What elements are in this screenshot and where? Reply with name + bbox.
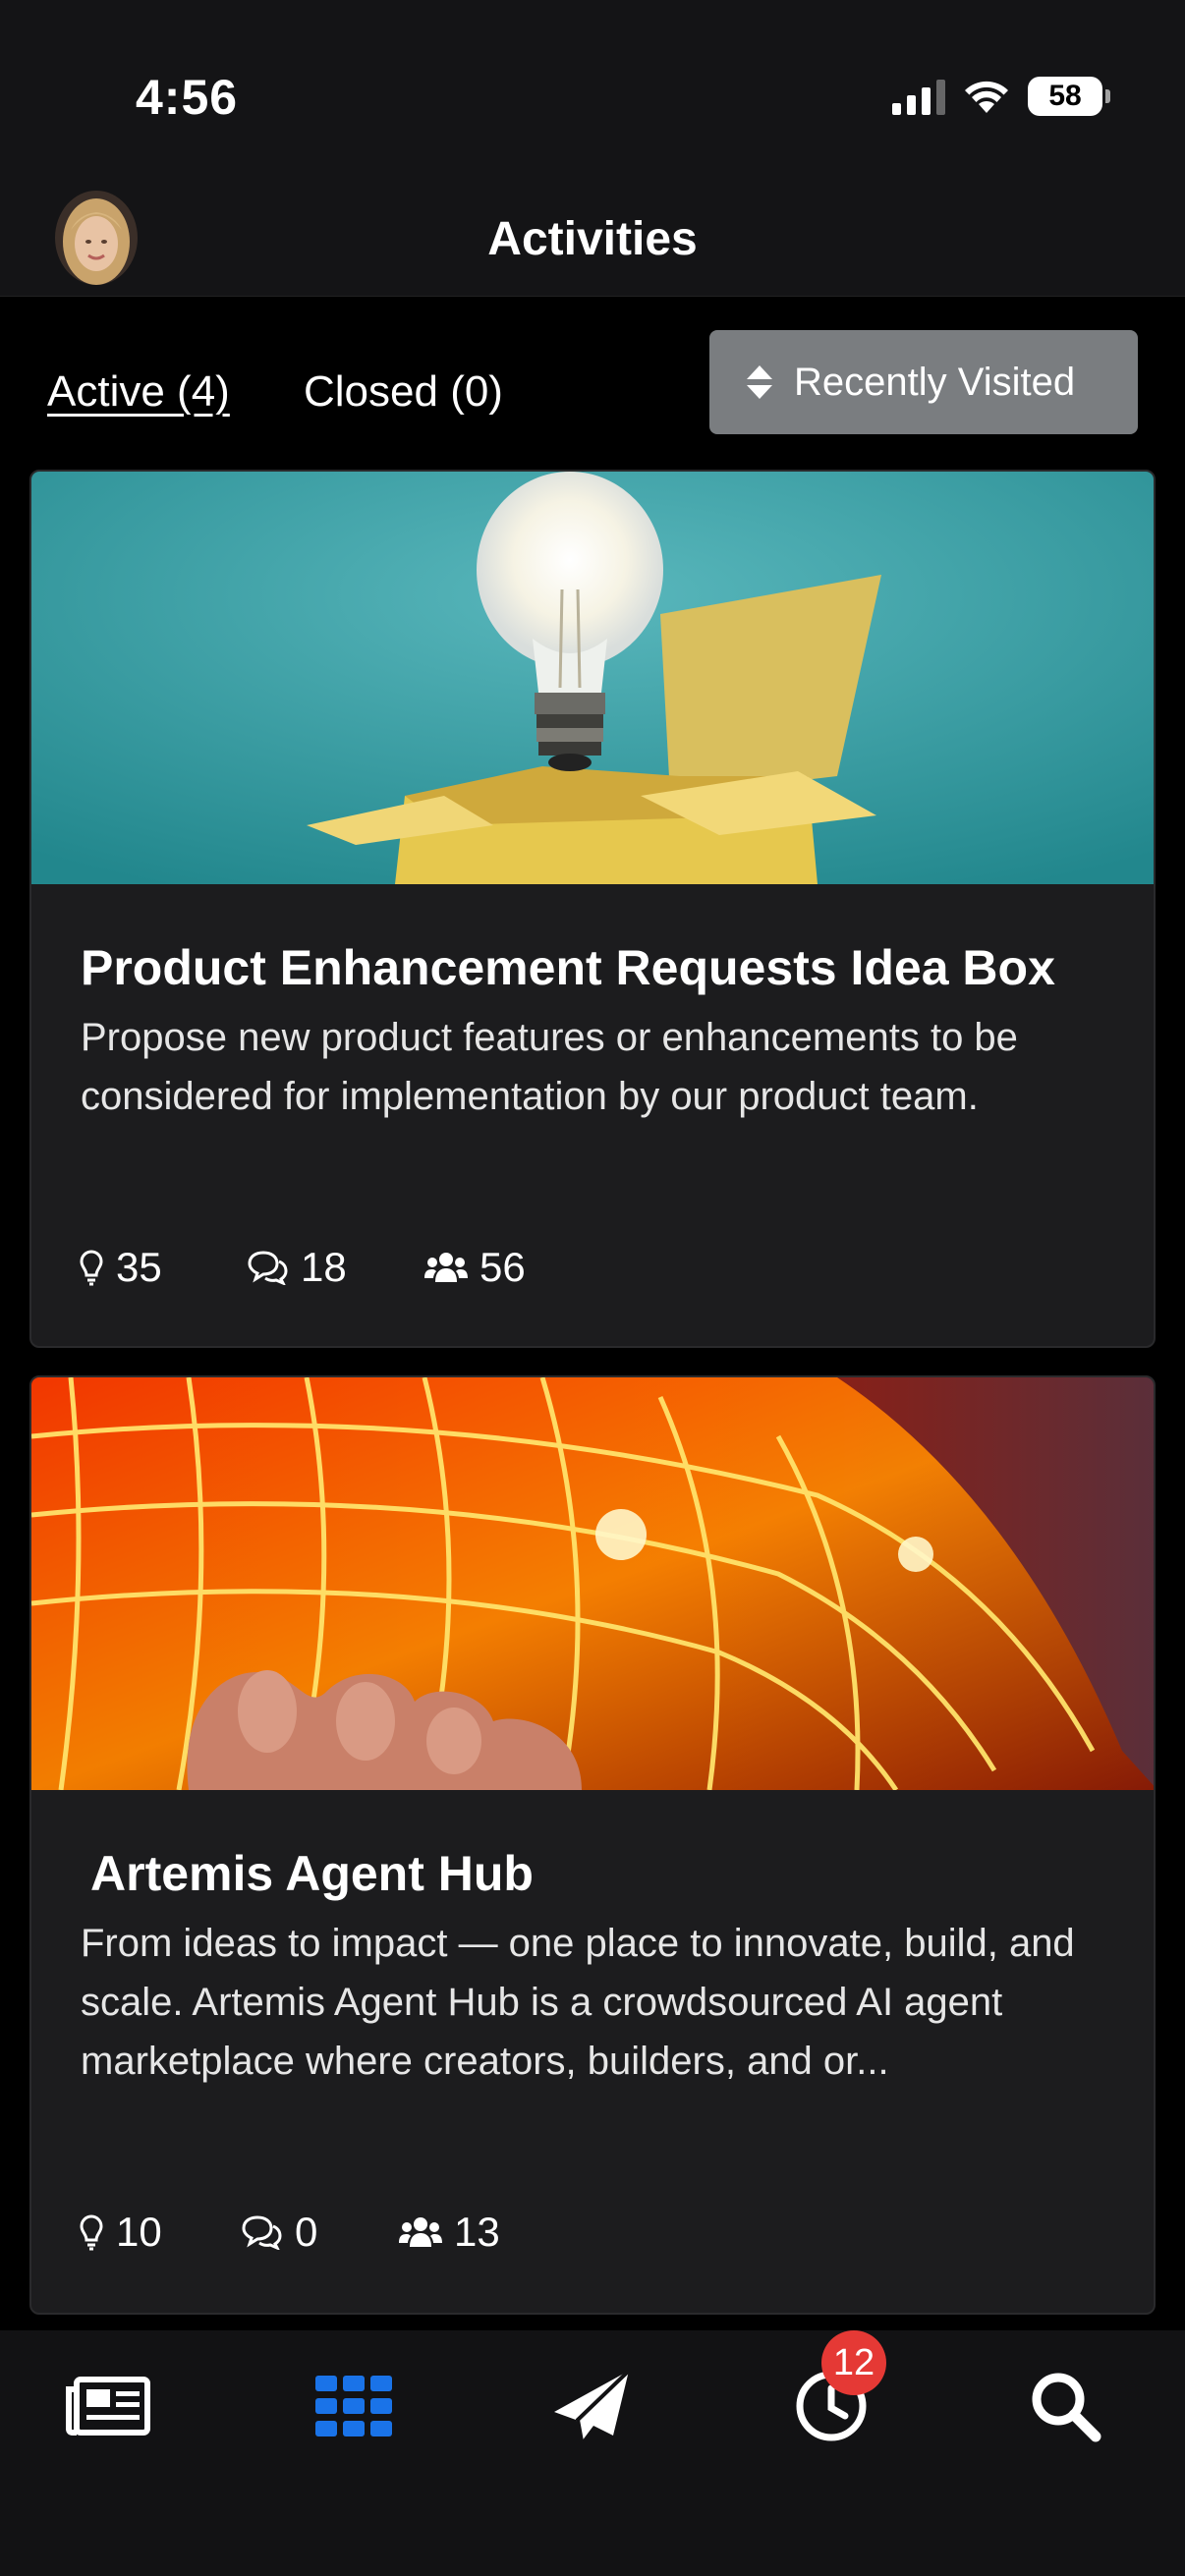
- comments-stat: 18: [246, 1244, 424, 1291]
- tab-active[interactable]: Active (4): [47, 367, 230, 417]
- tab-closed[interactable]: Closed (0): [304, 367, 503, 417]
- notification-badge: 12: [821, 2330, 886, 2395]
- status-bar: 4:56 58: [0, 0, 1185, 177]
- comments-icon: [248, 1251, 288, 1285]
- bottom-nav: 12: [0, 2330, 1185, 2576]
- members-count: 56: [480, 1244, 526, 1290]
- card-stats: 10 0 13: [79, 2209, 500, 2256]
- activity-card[interactable]: Artemis Agent Hub From ideas to impact —…: [29, 1375, 1156, 2315]
- card-title: Product Enhancement Requests Idea Box: [81, 940, 1055, 995]
- paper-plane-icon: [554, 2369, 631, 2442]
- filter-bar: Active (4) Closed (0) Recently Visited: [0, 297, 1185, 464]
- news-icon: [66, 2377, 150, 2436]
- users-icon: [424, 1253, 468, 1282]
- ideas-count: 10: [116, 2209, 162, 2255]
- wifi-icon: [965, 81, 1008, 113]
- card-image-digital-hand: [31, 1377, 1154, 1790]
- status-icons: 58: [892, 73, 1110, 120]
- card-title: Artemis Agent Hub: [90, 1846, 534, 1901]
- members-count: 13: [454, 2209, 500, 2255]
- comments-icon: [242, 2215, 282, 2250]
- sort-label: Recently Visited: [794, 360, 1076, 404]
- nav-messages[interactable]: [542, 2352, 641, 2460]
- status-time: 4:56: [136, 70, 239, 125]
- nav-news[interactable]: [59, 2352, 157, 2460]
- members-stat: 13: [399, 2209, 500, 2256]
- ideas-stat: 10: [79, 2209, 240, 2256]
- card-image-lightbulb: [31, 472, 1154, 884]
- users-icon: [399, 2217, 442, 2247]
- battery-icon: 58: [1028, 77, 1110, 116]
- sort-icon: [747, 365, 772, 399]
- battery-level: 58: [1048, 80, 1082, 112]
- page-title: Activities: [487, 213, 698, 265]
- lightbulb-icon: [80, 1250, 103, 1286]
- activity-card[interactable]: Product Enhancement Requests Idea Box Pr…: [29, 470, 1156, 1348]
- comments-stat: 0: [240, 2209, 399, 2256]
- nav-search[interactable]: [1016, 2352, 1114, 2460]
- sort-button[interactable]: Recently Visited: [709, 330, 1138, 434]
- card-stats: 35 18 56: [79, 1244, 526, 1291]
- card-description: From ideas to impact — one place to inno…: [81, 1922, 1075, 2083]
- app-header: Activities: [0, 177, 1185, 297]
- lightbulb-icon: [80, 2214, 103, 2251]
- ideas-count: 35: [116, 1244, 162, 1290]
- ideas-stat: 35: [79, 1244, 246, 1291]
- comments-count: 0: [295, 2209, 318, 2255]
- comments-count: 18: [301, 1244, 347, 1290]
- cellular-signal-icon: [892, 78, 945, 115]
- search-icon: [1032, 2373, 1101, 2442]
- members-stat: 56: [424, 1244, 526, 1291]
- card-description: Propose new product features or enhancem…: [81, 1016, 1018, 1118]
- nav-activities[interactable]: [305, 2352, 403, 2460]
- grid-icon: [315, 2376, 392, 2436]
